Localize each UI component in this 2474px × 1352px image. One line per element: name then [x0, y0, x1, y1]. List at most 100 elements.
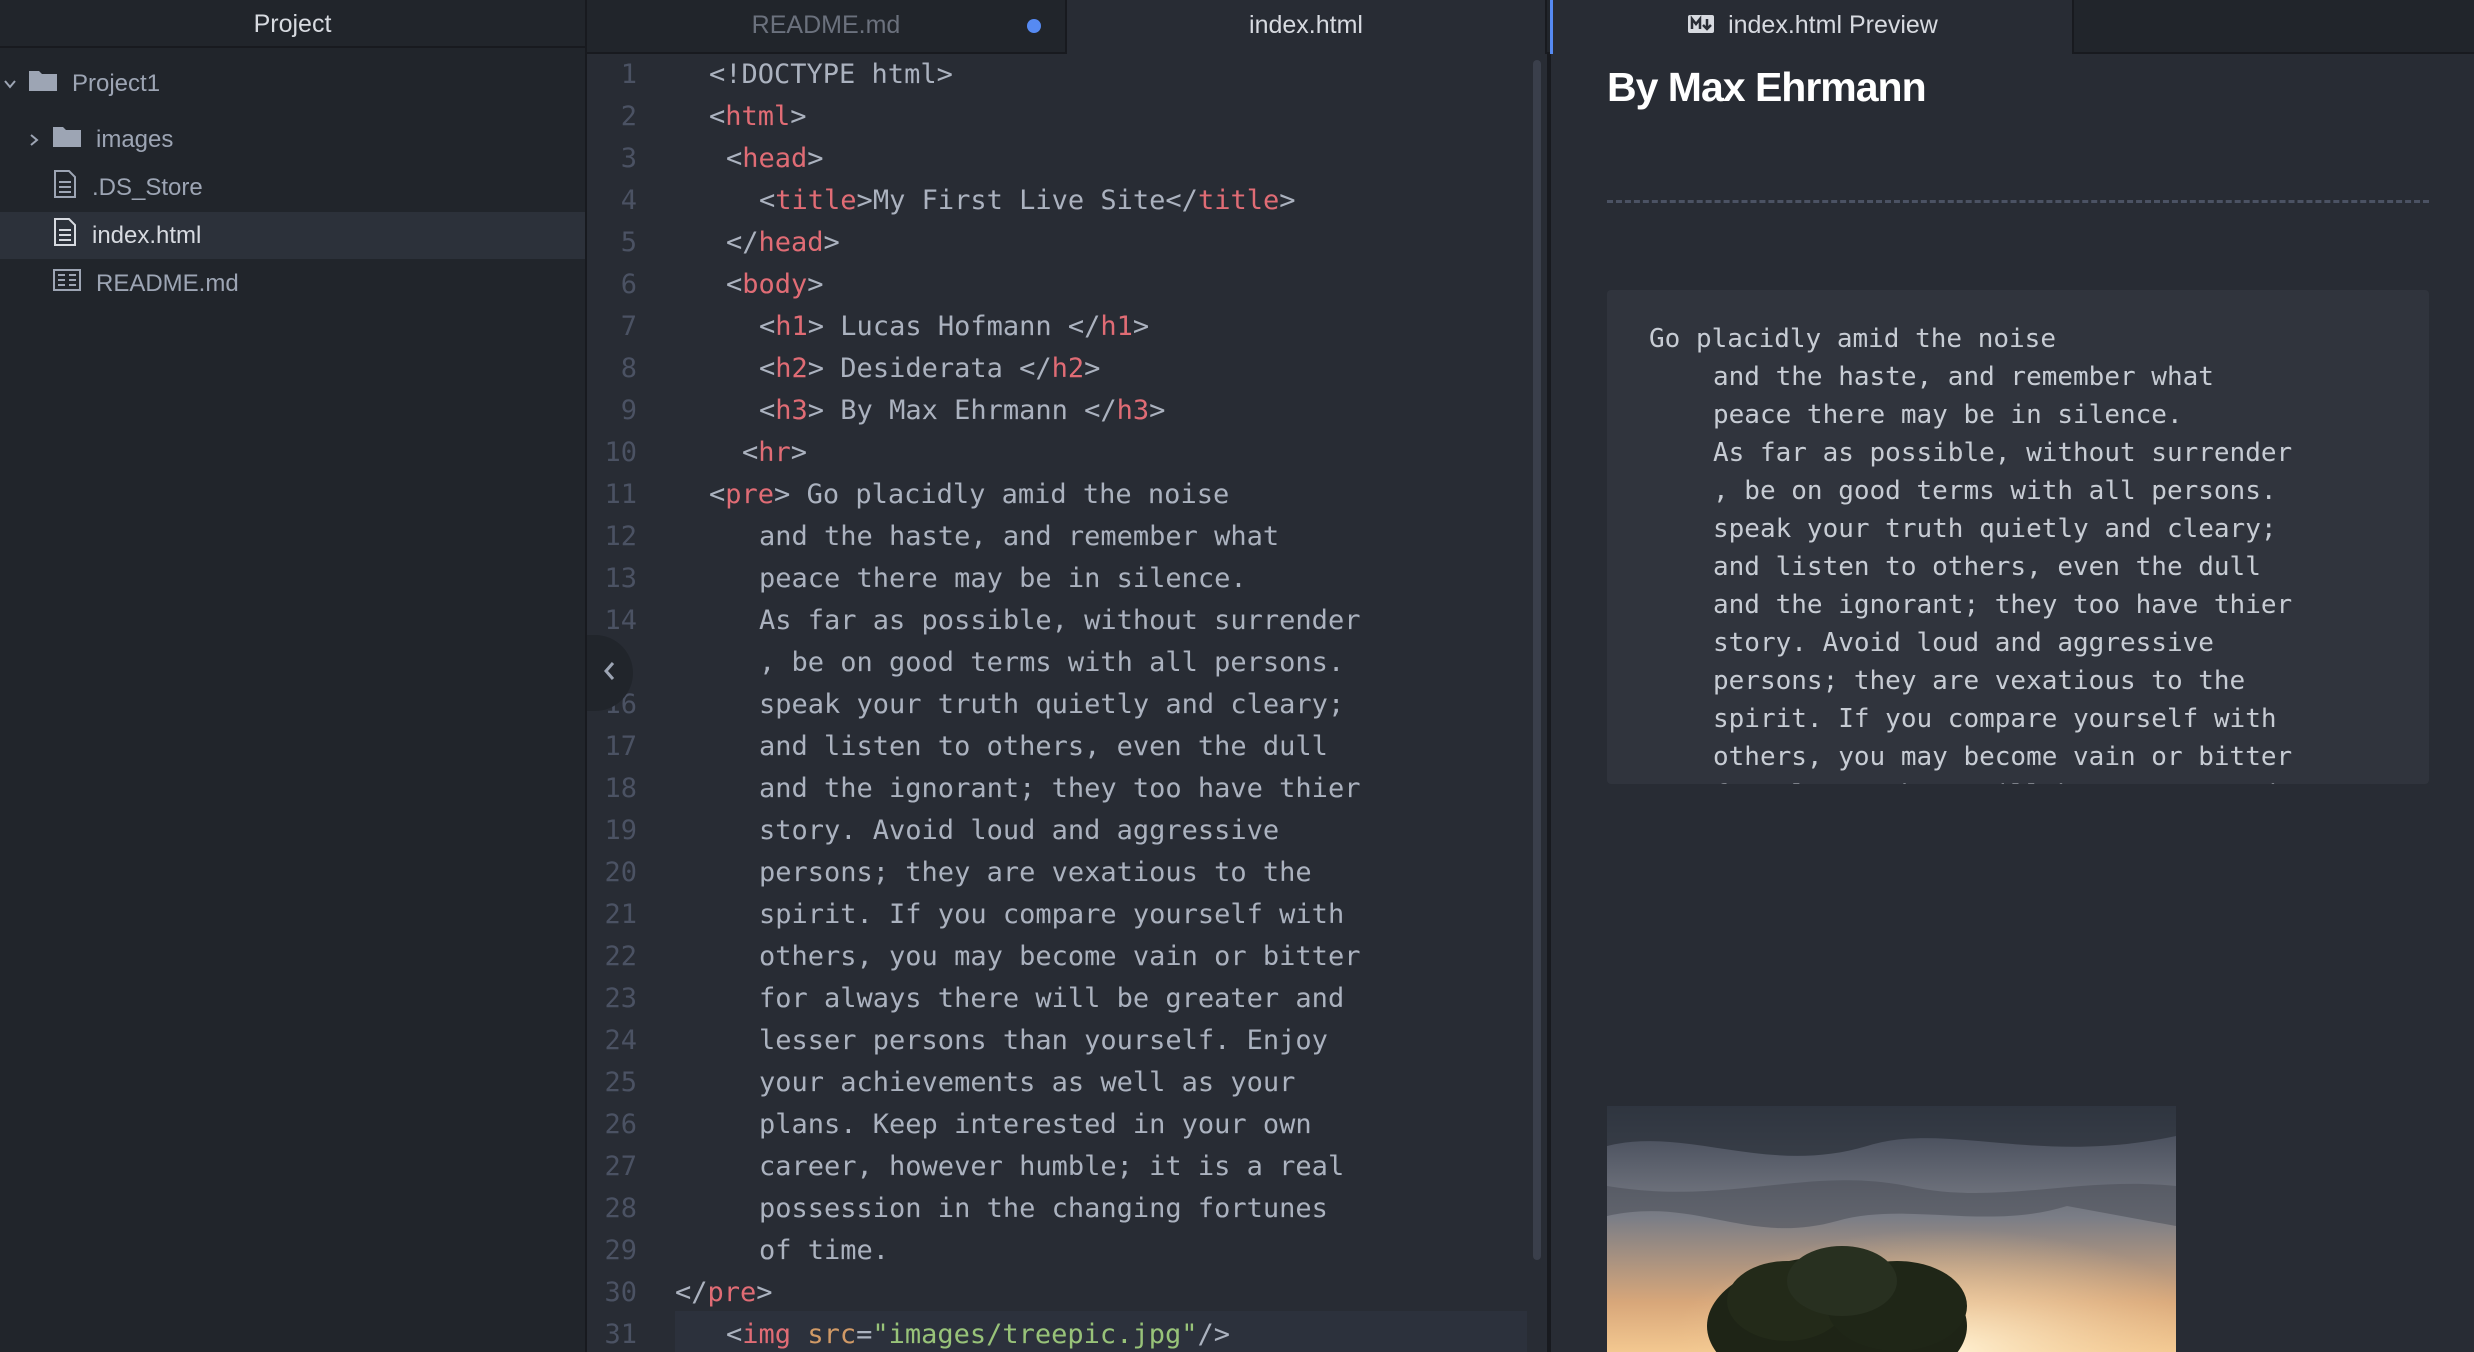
line-number: 5 [620, 227, 637, 258]
tab-label: README.md [751, 11, 901, 39]
code-line-pre-body: peace there may be in silence. [759, 563, 1247, 594]
preview-heading: By Max Ehrmann [1607, 64, 1927, 110]
tree-photo-image [1607, 1106, 2176, 1352]
tree-item-index-html[interactable]: index.html [0, 212, 585, 259]
line-number: 23 [604, 983, 637, 1014]
markdown-preview-icon [1687, 1, 1715, 51]
preview-pre-line: As far as possible, without surrender [1713, 438, 2293, 468]
line-number: 11 [604, 479, 637, 510]
code-line-5: </head> [726, 227, 840, 258]
tab-index-html[interactable]: index.html [1067, 0, 1547, 56]
code-line-pre-body: career, however humble; it is a real [759, 1151, 1345, 1182]
preview-pre-line: story. Avoid loud and aggressive [1713, 628, 2214, 658]
line-number: 20 [604, 857, 637, 888]
tree-label: Project1 [72, 69, 161, 97]
line-number: 28 [604, 1193, 637, 1224]
code-line-11: <pre> Go placidly amid the noise [709, 479, 1230, 510]
line-number: 29 [604, 1235, 637, 1266]
preview-pre-line: and the haste, and remember what [1713, 362, 2214, 392]
code-line-pre-body: plans. Keep interested in your own [759, 1109, 1312, 1140]
tree-item-readme[interactable]: README.md [0, 260, 585, 307]
code-line-pre-body: persons; they are vexatious to the [759, 857, 1312, 888]
code-line-pre-body: lesser persons than yourself. Enjoy [759, 1025, 1328, 1056]
line-number: 4 [620, 185, 637, 216]
markdown-file-icon [52, 267, 82, 300]
tree-header[interactable]: Project [0, 0, 585, 48]
code-line-9: <h3> By Max Ehrmann </h3> [759, 395, 1166, 426]
line-number: 18 [604, 773, 637, 804]
code-line-4: <title>My First Live Site</title> [759, 185, 1296, 216]
code-line-pre-body: of time. [759, 1235, 890, 1266]
file-icon [52, 217, 78, 254]
preview-pre-line: Go placidly amid the noise [1649, 324, 2056, 354]
modified-indicator-icon [1027, 19, 1041, 33]
code-line-pre-body: for always there will be greater and [759, 983, 1345, 1014]
line-number: 22 [604, 941, 637, 972]
tab-label: index.html [1249, 11, 1363, 39]
tree-item-ds-store[interactable]: .DS_Store [0, 164, 585, 211]
preview-pre-line: and listen to others, even the dull [1713, 552, 2261, 582]
line-number: 7 [620, 311, 637, 342]
line-number: 10 [604, 437, 637, 468]
html-preview-pane[interactable]: By Max Ehrmann Go placidly amid the nois… [1547, 54, 2474, 1352]
line-number: 9 [620, 395, 637, 426]
preview-pre-line: for always there will be greater and [1649, 776, 2429, 784]
project-tree: Project Project1 images .DS_Store index.… [0, 0, 587, 1352]
preview-pre-line: , be on good terms with all persons. [1713, 476, 2277, 506]
code-line-2: <html> [709, 101, 807, 132]
line-number: 19 [604, 815, 637, 846]
line-number: 17 [604, 731, 637, 762]
tree-label: images [96, 125, 174, 153]
file-icon [52, 169, 78, 206]
code-line-pre-body: and the haste, and remember what [759, 521, 1280, 552]
code-line-3: <head> [726, 143, 824, 174]
code-editor[interactable]: 1 2 3 4 5 6 7 8 9 10 11 12 13 14 16 17 18 19 20 21 22 23 24 25 2… [587, 54, 1547, 1352]
code-line-pre-body: , be on good terms with all persons. [759, 647, 1345, 678]
line-number: 26 [604, 1109, 637, 1140]
line-number: 25 [604, 1067, 637, 1098]
code-line-pre-body: As far as possible, without surrender [759, 605, 1361, 636]
line-number: 12 [604, 521, 637, 552]
preview-pre-line: persons; they are vexatious to the [1713, 666, 2246, 696]
code-line-pre-body: and listen to others, even the dull [759, 731, 1328, 762]
code-line-pre-body: story. Avoid loud and aggressive [759, 815, 1280, 846]
tree-item-images[interactable]: images [0, 116, 585, 163]
tree-label: index.html [92, 221, 202, 249]
tab-index-html-preview[interactable]: index.html Preview [1550, 0, 2074, 56]
code-line-pre-body: speak your truth quietly and cleary; [759, 689, 1345, 720]
code-line-pre-body: your achievements as well as your [759, 1067, 1296, 1098]
tab-readme[interactable]: README.md [587, 0, 1067, 54]
code-line-8: <h2> Desiderata </h2> [759, 353, 1101, 384]
chevron-right-icon[interactable] [24, 130, 44, 150]
tree-label: README.md [96, 269, 239, 297]
preview-horizontal-rule [1607, 200, 2429, 203]
chevron-down-icon[interactable] [0, 74, 20, 94]
line-number: 8 [620, 353, 637, 384]
line-number: 3 [620, 143, 637, 174]
code-line-6: <body> [726, 269, 824, 300]
code-line-7: <h1> Lucas Hofmann </h1> [759, 311, 1150, 342]
code-line-30: </pre> [675, 1277, 773, 1308]
code-line-1: <!DOCTYPE html> [709, 59, 953, 90]
code-line-31: <img src="images/treepic.jpg"/> [726, 1319, 1230, 1350]
tab-bar: README.md index.html index.html Preview [587, 0, 2474, 56]
preview-tree-image [1607, 1106, 2176, 1352]
code-line-pre-body: and the ignorant; they too have thier [759, 773, 1361, 804]
preview-preformatted-text: Go placidly amid the noise and the haste,… [1607, 290, 2429, 784]
tree-root-project1[interactable]: Project1 [0, 60, 585, 107]
preview-pre-line: spirit. If you compare yourself with [1713, 704, 2277, 734]
code-line-pre-body: spirit. If you compare yourself with [759, 899, 1345, 930]
preview-pre-line: others, you may become vain or bitter [1713, 742, 2293, 772]
preview-pre-line: and the ignorant; they too have thier [1713, 590, 2293, 620]
editor-scrollbar[interactable] [1533, 60, 1541, 1260]
line-number: 31 [604, 1319, 637, 1350]
line-number: 1 [620, 59, 637, 90]
tree-label: .DS_Store [92, 173, 203, 201]
preview-pre-line: peace there may be in silence. [1713, 400, 2183, 430]
folder-icon [28, 68, 58, 99]
code-line-10: <hr> [742, 437, 808, 468]
line-number: 24 [604, 1025, 637, 1056]
code-line-pre-body: possession in the changing fortunes [759, 1193, 1328, 1224]
tab-label: index.html Preview [1728, 11, 1938, 39]
line-number: 2 [620, 101, 637, 132]
